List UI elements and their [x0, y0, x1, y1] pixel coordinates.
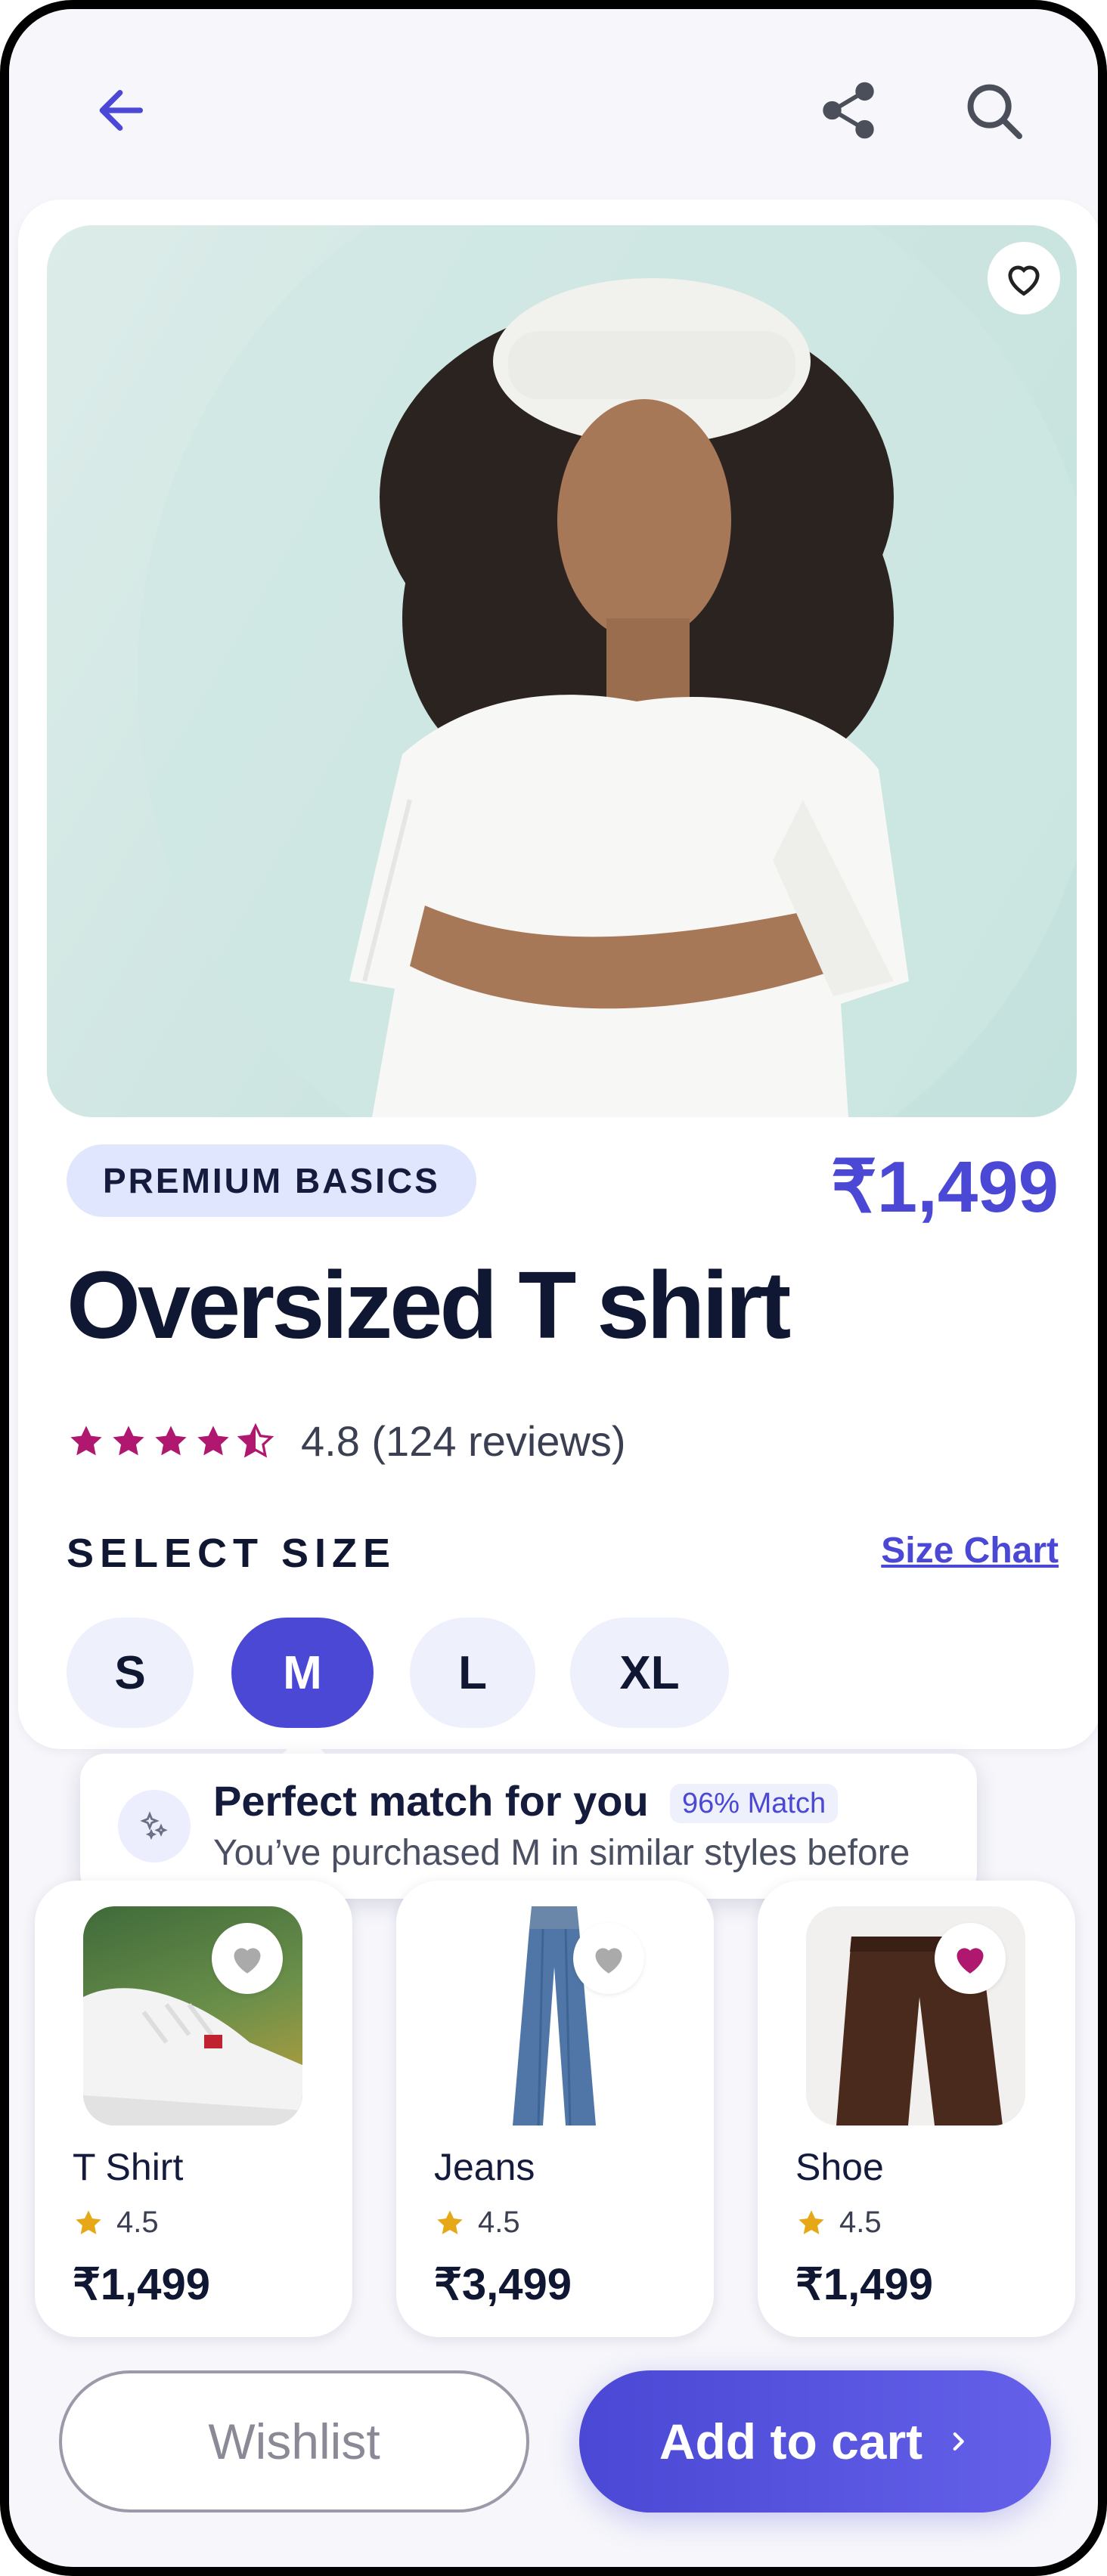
share-button[interactable]: [811, 73, 886, 148]
recommendation-name: T Shirt: [73, 2146, 184, 2188]
size-option-l[interactable]: L: [410, 1618, 535, 1728]
recommendation-rating: 4.5: [73, 2206, 159, 2240]
recommendation-card[interactable]: T Shirt 4.5 ₹1,499: [35, 1881, 352, 2337]
size-match-tooltip: Perfect match for you 96% Match You’ve p…: [80, 1754, 977, 1899]
rating-text: 4.8 (124 reviews): [301, 1417, 626, 1465]
top-bar: [9, 9, 1098, 198]
star-icon: [197, 1425, 229, 1455]
size-chart-link[interactable]: Size Chart: [881, 1530, 1059, 1571]
size-option-m[interactable]: M: [231, 1618, 374, 1728]
add-to-cart-label: Add to cart: [659, 2413, 923, 2469]
favorite-button[interactable]: [573, 1923, 644, 1994]
recommendation-image: [806, 1906, 1025, 2126]
size-option-s[interactable]: S: [67, 1618, 194, 1728]
product-price: ₹1,499: [830, 1147, 1059, 1228]
phone-frame: PREMIUM BASICS ₹1,499 Oversized T shirt …: [0, 0, 1107, 2576]
model-illustration: [138, 225, 1077, 1117]
collection-badge: PREMIUM BASICS: [67, 1144, 476, 1217]
recommendation-image: [83, 1906, 302, 2126]
heart-filled-icon: [957, 1948, 984, 1974]
recommendation-price: ₹3,499: [434, 2260, 572, 2309]
star-icon: [155, 1425, 187, 1455]
select-size-label: SELECT SIZE: [67, 1531, 397, 1576]
tooltip-arrow: [281, 1732, 327, 1755]
size-option-xl[interactable]: XL: [570, 1618, 729, 1728]
favorite-button[interactable]: [935, 1923, 1006, 1994]
chevron-right-icon: [953, 2432, 964, 2451]
tooltip-subtitle: You’ve purchased M in similar styles bef…: [213, 1833, 910, 1873]
star-icon: [76, 2209, 101, 2234]
match-badge: 96% Match: [670, 1784, 839, 1823]
wishlist-button[interactable]: Wishlist: [59, 2370, 529, 2513]
rating-value: 4.5: [116, 2206, 159, 2239]
sparkle-icon: [118, 1790, 191, 1862]
recommendation-image: [445, 1906, 664, 2126]
star-icon: [70, 1425, 102, 1455]
star-half-icon: [237, 1423, 274, 1458]
recommendation-card[interactable]: Shoe 4.5 ₹1,499: [758, 1881, 1075, 2337]
recommendation-price: ₹1,499: [795, 2260, 934, 2309]
heart-icon: [595, 1948, 622, 1974]
heart-outline-icon: [1008, 265, 1040, 296]
recommendation-rating: 4.5: [795, 2206, 882, 2240]
tooltip-title: Perfect match for you: [213, 1777, 649, 1825]
arrow-left-icon: [99, 90, 143, 131]
product-title: Oversized T shirt: [67, 1252, 791, 1358]
search-icon: [967, 84, 1022, 139]
favorite-button[interactable]: [988, 242, 1060, 314]
rating-row: 4.8 (124 reviews): [67, 1416, 626, 1466]
rating-value: 4.5: [478, 2206, 520, 2239]
star-icon: [113, 1425, 144, 1455]
product-card: PREMIUM BASICS ₹1,499 Oversized T shirt …: [18, 200, 1098, 1749]
recommendation-rating: 4.5: [434, 2206, 520, 2240]
rating-value: 4.5: [839, 2206, 882, 2239]
recommendation-card[interactable]: Jeans 4.5 ₹3,499: [396, 1881, 714, 2337]
recommendation-name: Jeans: [434, 2146, 535, 2188]
favorite-button[interactable]: [212, 1923, 283, 1994]
share-icon: [823, 82, 874, 139]
rating-stars: [67, 1422, 275, 1461]
star-icon: [798, 2209, 824, 2234]
product-image: [47, 225, 1077, 1117]
heart-icon: [234, 1948, 261, 1974]
back-button[interactable]: [85, 73, 160, 148]
search-button[interactable]: [956, 73, 1031, 148]
recommendation-price: ₹1,499: [73, 2260, 211, 2309]
recommendation-name: Shoe: [795, 2146, 884, 2188]
add-to-cart-button[interactable]: Add to cart: [579, 2370, 1051, 2513]
star-icon: [437, 2209, 463, 2234]
